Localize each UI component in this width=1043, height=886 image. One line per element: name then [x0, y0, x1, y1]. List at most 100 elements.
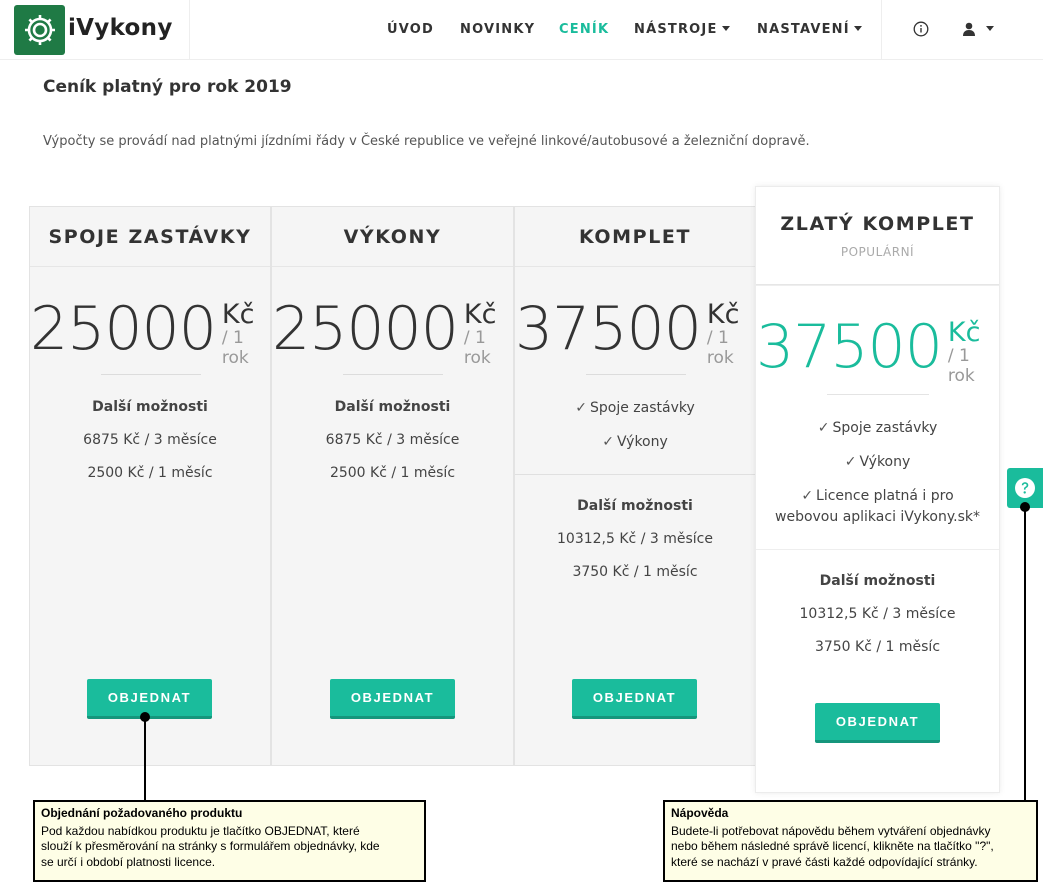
price-row: 25000 Kč/ 1 rok: [272, 299, 513, 369]
price-period: / 1 rok: [463, 328, 491, 369]
card-title: ZLATÝ KOMPLET: [780, 212, 975, 235]
brand[interactable]: iVykony: [0, 0, 190, 60]
chevron-down-icon: [853, 26, 862, 31]
page-title: Ceník platný pro rok 2019: [43, 77, 292, 97]
callout-line: nebo během následné správě licencí, klik…: [671, 839, 994, 854]
price-currency: Kč: [706, 299, 740, 330]
popular-badge: POPULÁRNÍ: [840, 244, 915, 259]
feature-label: Licence platná i pro: [816, 488, 954, 504]
price-value: 37500: [756, 312, 943, 382]
separator: [343, 374, 443, 375]
price-row: 37500 Kč/ 1 rok: [515, 299, 755, 369]
nav-novinky-label: NOVINKY: [460, 22, 536, 37]
card-header: SPOJE ZASTÁVKY: [30, 207, 270, 267]
order-button[interactable]: OBJEDNAT: [572, 679, 697, 719]
more-options-title: Další možnosti: [334, 399, 451, 415]
nav-divider: [881, 0, 882, 60]
nav-nastaveni-label: NASTAVENÍ: [757, 22, 850, 37]
pricing-card-vykony: VÝKONY 25000 Kč/ 1 rok Další možnosti 68…: [271, 206, 514, 766]
card-header: ZLATÝ KOMPLET POPULÁRNÍ: [756, 187, 999, 285]
more-option: 2500 Kč / 1 měsíc: [329, 465, 456, 481]
navbar: iVykony ÚVOD NOVINKY CENÍK NÁSTROJE NAST…: [0, 0, 1043, 60]
price-value: 37500: [515, 294, 702, 364]
check-icon: ✓: [817, 420, 830, 436]
price-period: / 1 rok: [706, 328, 734, 369]
feature-item: ✓ Výkony: [515, 434, 755, 450]
more-option: 3750 Kč / 1 měsíc: [814, 639, 941, 655]
order-button[interactable]: OBJEDNAT: [815, 703, 940, 743]
brand-name: iVykony: [68, 15, 173, 41]
more-option: 3750 Kč / 1 měsíc: [572, 564, 698, 580]
feature-item: ✓ Spoje zastávky: [515, 400, 755, 416]
more-option: 2500 Kč / 1 měsíc: [87, 465, 213, 481]
more-option: 10312,5 Kč / 3 měsíce: [557, 531, 713, 547]
callout-line: které se nachází v pravé části každé odp…: [671, 854, 978, 869]
page-description: Výpočty se provádí nad platnými jízdními…: [43, 134, 810, 149]
annotation-leader: [144, 716, 146, 801]
nav-nastaveni[interactable]: NASTAVENÍ: [757, 22, 862, 37]
feature-label: Výkony: [859, 454, 911, 470]
price-value: 25000: [272, 294, 459, 364]
check-icon: ✓: [602, 434, 614, 450]
pricing-card-komplet: KOMPLET 37500 Kč/ 1 rok ✓ Spoje zastávky …: [514, 206, 756, 766]
card-header: KOMPLET: [515, 207, 755, 267]
more-option: 10312,5 Kč / 3 měsíce: [799, 606, 956, 622]
order-button[interactable]: OBJEDNAT: [87, 679, 212, 719]
gear-icon: [14, 5, 65, 55]
chevron-down-icon: [721, 26, 730, 31]
more-options-title: Další možnosti: [577, 498, 693, 514]
order-button[interactable]: OBJEDNAT: [330, 679, 455, 719]
nav-novinky[interactable]: NOVINKY: [460, 22, 535, 37]
section-divider: [756, 549, 999, 550]
feature-item: ✓ Licence platná i pro: [756, 488, 999, 504]
pricing-card-spoje-zastavky: SPOJE ZASTÁVKY 25000 Kč/ 1 rok Další mož…: [29, 206, 271, 766]
user-menu[interactable]: [961, 21, 994, 37]
price-currency: Kč: [947, 317, 981, 348]
price-currency: Kč: [463, 299, 497, 330]
card-header: VÝKONY: [272, 207, 513, 267]
nav-nastroje-label: NÁSTROJE: [634, 22, 718, 37]
callout-title: Nápověda: [671, 806, 729, 820]
section-divider: [515, 474, 755, 475]
card-title: SPOJE ZASTÁVKY: [48, 225, 252, 248]
callout-line: Budete-li potřebovat nápovědu během vytv…: [671, 823, 991, 838]
price-row: 25000 Kč/ 1 rok: [30, 299, 270, 369]
price-currency: Kč: [221, 299, 255, 330]
info-icon[interactable]: [913, 21, 929, 37]
feature-item: ✓ Výkony: [756, 454, 999, 470]
pricing-card-zlaty-komplet: ZLATÝ KOMPLET POPULÁRNÍ 37500 Kč/ 1 rok …: [755, 186, 1000, 793]
callout-help: Nápověda Budete-li potřebovat nápovědu b…: [663, 800, 1038, 882]
chevron-down-icon: [986, 25, 994, 31]
price-value: 25000: [30, 294, 217, 364]
nav-cenik[interactable]: CENÍK: [559, 22, 609, 37]
separator: [586, 374, 686, 375]
check-icon: ✓: [575, 400, 587, 416]
callout-title: Objednání požadovaného produktu: [41, 806, 243, 820]
check-icon: ✓: [801, 488, 814, 504]
price-period: / 1 rok: [947, 346, 975, 387]
nav-nastroje[interactable]: NÁSTROJE: [634, 22, 730, 37]
feature-label: Spoje zastávky: [589, 400, 695, 416]
more-option: 6875 Kč / 3 měsíce: [325, 432, 460, 448]
callout-line: se určí i období platnosti licence.: [41, 854, 216, 869]
section-divider: [756, 285, 999, 286]
feature-item: ✓ Spoje zastávky: [756, 420, 999, 436]
price-period: / 1 rok: [221, 328, 249, 369]
user-icon: [963, 22, 975, 36]
callout-order: Objednání požadovaného produktu Pod každ…: [33, 800, 426, 882]
feature-label: Spoje zastávky: [832, 420, 938, 436]
card-title: VÝKONY: [343, 225, 442, 248]
more-options-title: Další možnosti: [819, 573, 936, 589]
nav-uvod-label: ÚVOD: [387, 22, 435, 37]
more-options-title: Další možnosti: [92, 399, 208, 415]
nav-uvod[interactable]: ÚVOD: [387, 22, 434, 37]
separator: [101, 374, 201, 375]
callout-line: slouží k přesměrování na stránky s formu…: [41, 839, 380, 854]
annotation-leader: [1024, 506, 1026, 801]
more-option: 6875 Kč / 3 měsíce: [83, 432, 217, 448]
callout-line: Pod každou nabídkou produktu je tlačítko…: [41, 823, 360, 838]
separator: [827, 394, 929, 395]
feature-label: Výkony: [616, 434, 668, 450]
nav-cenik-label: CENÍK: [559, 22, 610, 37]
card-title: KOMPLET: [578, 225, 692, 248]
